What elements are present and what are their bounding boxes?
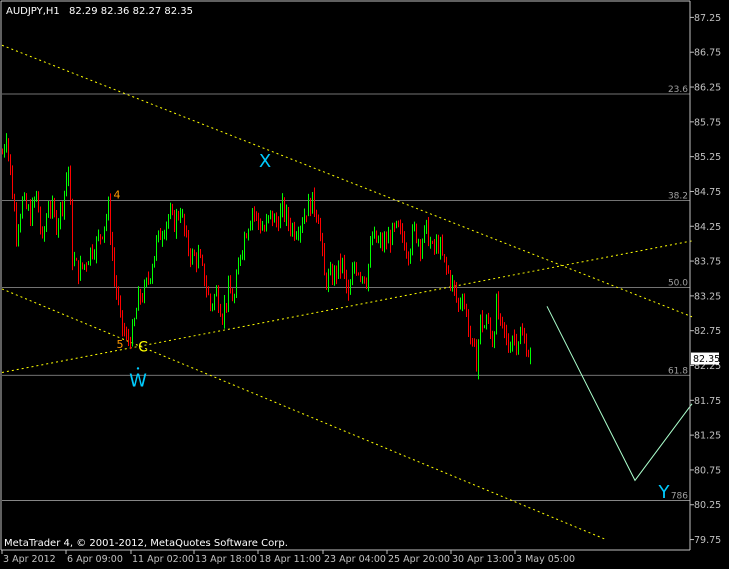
price-tick-label: 84.25 bbox=[694, 222, 721, 233]
price-tick-label: 80.25 bbox=[694, 500, 721, 511]
time-tick-label: 18 Apr 11:00 bbox=[259, 554, 321, 565]
price-tick-label: 86.75 bbox=[694, 48, 721, 59]
time-tick-label: 6 Apr 09:00 bbox=[67, 554, 123, 565]
fib-level-label: 50.0 bbox=[668, 279, 688, 289]
fib-level-label: 61.8 bbox=[668, 366, 688, 376]
wave-label-w: W bbox=[129, 370, 147, 391]
symbol-label: AUDJPY,H1 bbox=[6, 6, 60, 17]
time-tick-label: 3 Apr 2012 bbox=[3, 554, 56, 565]
count-label-4: 4 bbox=[114, 188, 121, 201]
price-tick-label: 85.25 bbox=[694, 152, 721, 163]
fib-level-label: 38.2 bbox=[668, 192, 688, 202]
price-tick-label: 87.25 bbox=[694, 13, 721, 24]
price-tick-label: 82.75 bbox=[694, 326, 721, 337]
current-price-label: 82.35 bbox=[693, 354, 720, 365]
fib-level-label: 23.6 bbox=[668, 85, 688, 95]
wave-marker-dot bbox=[136, 367, 140, 370]
price-tick-label: 83.75 bbox=[694, 257, 721, 268]
time-tick-label: 13 Apr 18:00 bbox=[195, 554, 257, 565]
time-tick-label: 23 Apr 04:00 bbox=[324, 554, 386, 565]
chart-background bbox=[0, 0, 729, 569]
time-tick-label: 3 May 05:00 bbox=[516, 554, 575, 565]
fib-level-label: 786 bbox=[671, 492, 688, 502]
price-tick-label: 86.25 bbox=[694, 83, 721, 94]
price-tick-label: 85.75 bbox=[694, 117, 721, 128]
ohlc-label: 82.29 82.36 82.27 82.35 bbox=[69, 6, 193, 17]
time-tick-label: 25 Apr 20:00 bbox=[388, 554, 450, 565]
price-tick-label: 84.75 bbox=[694, 187, 721, 198]
chart-window: 23.6 38.2 50.0 61.8 786 X WC Y 4 5 87.25 86.75 86.… bbox=[0, 0, 729, 569]
price-tick-label: 83.25 bbox=[694, 291, 721, 302]
wave-label-y: Y bbox=[658, 482, 671, 503]
price-tick-label: 81.25 bbox=[694, 431, 721, 442]
price-chart[interactable]: 23.6 38.2 50.0 61.8 786 X WC Y 4 5 87.25 86.75 86.… bbox=[0, 0, 729, 569]
copyright-label: MetaTrader 4, © 2001-2012, MetaQuotes So… bbox=[4, 538, 288, 549]
time-tick-label: 30 Apr 13:00 bbox=[452, 554, 514, 565]
price-tick-label: 80.75 bbox=[694, 465, 721, 476]
price-tick-label: 81.75 bbox=[694, 396, 721, 407]
wave-label-x: X bbox=[259, 151, 271, 172]
count-label-5: 5 bbox=[117, 338, 124, 351]
price-tick-label: 79.75 bbox=[694, 535, 721, 546]
time-tick-label: 11 Apr 02:00 bbox=[132, 554, 194, 565]
wave-label-c: C bbox=[138, 340, 148, 356]
chart-header: AUDJPY,H1 82.29 82.36 82.27 82.35 bbox=[6, 6, 193, 17]
